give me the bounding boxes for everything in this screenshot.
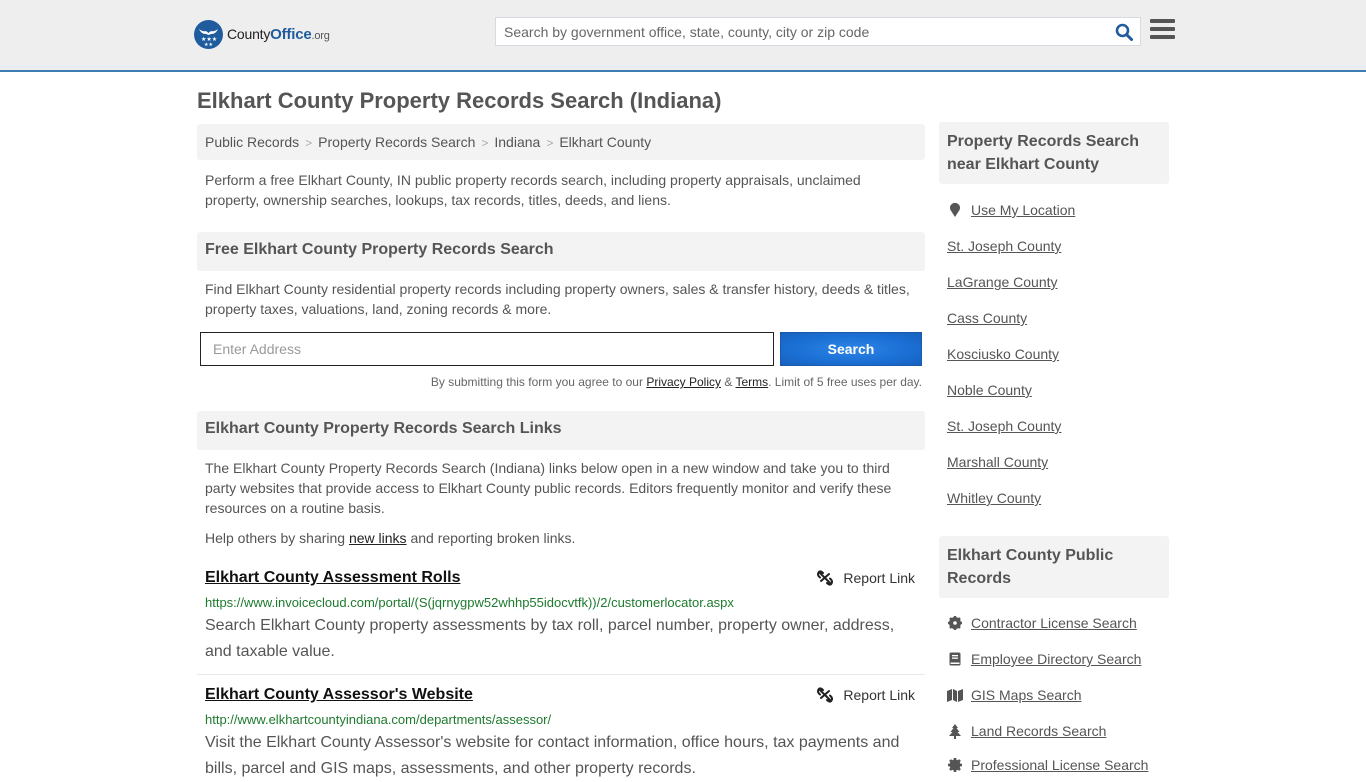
resource-link-title[interactable]: Elkhart County Assessment Rolls [205,569,460,587]
nearby-county-link[interactable]: Marshall County [947,454,1048,470]
sidebar-item-contractor-license[interactable]: Contractor License Search [947,615,1137,631]
links-section-description: The Elkhart County Property Records Sear… [205,460,892,516]
broken-link-icon [817,687,834,703]
public-records-heading: Elkhart County Public Records [939,536,1169,598]
broken-link-icon [817,570,834,586]
breadcrumb-property-records-search[interactable]: Property Records Search [318,134,475,150]
nearby-heading: Property Records Search near Elkhart Cou… [939,122,1169,184]
gear-icon [947,615,963,631]
site-search [495,17,1141,46]
breadcrumb-separator: > [481,136,489,150]
privacy-policy-link[interactable]: Privacy Policy [646,375,721,389]
help-text: Help others by sharing new links and rep… [205,530,576,546]
sidebar-item-land-records[interactable]: Land Records Search [947,723,1106,739]
report-link-button[interactable]: Report Link [817,570,915,586]
breadcrumb-public-records[interactable]: Public Records [205,134,299,150]
site-search-input[interactable] [496,18,1096,45]
site-header: ★★★ ★★ CountyOffice.org [0,0,1366,72]
nearby-county-link[interactable]: LaGrange County [947,274,1058,290]
nearby-county-link[interactable]: Cass County [947,310,1027,326]
breadcrumb: Public Records > Property Records Search > I… [197,124,925,160]
resource-link-description: Search Elkhart County property assessmen… [205,617,895,660]
badge-icon [947,757,963,773]
logo-eagle-icon: ★★★ ★★ [194,20,223,49]
nearby-county-link[interactable]: Whitley County [947,490,1041,506]
form-disclaimer: By submitting this form you agree to our… [430,375,922,389]
report-link-button[interactable]: Report Link [817,687,915,703]
intro-text: Perform a free Elkhart County, IN public… [205,172,861,208]
free-search-heading: Free Elkhart County Property Records Sea… [197,232,925,271]
sidebar-item-employee-directory[interactable]: Employee Directory Search [947,651,1141,667]
site-logo[interactable]: ★★★ ★★ CountyOffice.org [194,20,330,49]
free-search-description: Find Elkhart County residential property… [205,281,910,317]
map-pin-icon [947,202,963,218]
use-my-location-link[interactable]: Use My Location [947,202,1075,218]
resource-link-url: https://www.invoicecloud.com/portal/(S(j… [205,595,734,610]
terms-link[interactable]: Terms [735,375,768,389]
address-input[interactable] [200,332,774,366]
nearby-county-link[interactable]: St. Joseph County [947,238,1061,254]
sidebar-item-professional-license[interactable]: Professional License Search [947,757,1148,773]
page-title: Elkhart County Property Records Search (… [197,88,722,113]
tree-icon [947,723,963,739]
svg-text:★★: ★★ [204,42,213,48]
address-search-button[interactable]: Search [780,332,922,366]
nearby-county-link[interactable]: Noble County [947,382,1032,398]
logo-text: CountyOffice.org [227,26,330,43]
search-icon[interactable] [1115,23,1133,41]
nearby-county-link[interactable]: St. Joseph County [947,418,1061,434]
breadcrumb-elkhart-county[interactable]: Elkhart County [559,134,651,150]
resource-link-description: Visit the Elkhart County Assessor's webs… [205,734,900,777]
breadcrumb-separator: > [305,136,313,150]
resource-link-url: http://www.elkhartcountyindiana.com/depa… [205,712,552,727]
new-links-link[interactable]: new links [349,530,407,546]
nearby-county-link[interactable]: Kosciusko County [947,346,1059,362]
breadcrumb-separator: > [546,136,554,150]
resource-link-title[interactable]: Elkhart County Assessor's Website [205,686,473,704]
hamburger-menu-icon[interactable] [1150,19,1175,41]
links-section-heading: Elkhart County Property Records Search L… [197,411,925,450]
map-icon [947,687,963,703]
book-icon [947,651,963,667]
breadcrumb-indiana[interactable]: Indiana [494,134,540,150]
sidebar-item-gis-maps[interactable]: GIS Maps Search [947,687,1082,703]
divider [197,674,925,675]
